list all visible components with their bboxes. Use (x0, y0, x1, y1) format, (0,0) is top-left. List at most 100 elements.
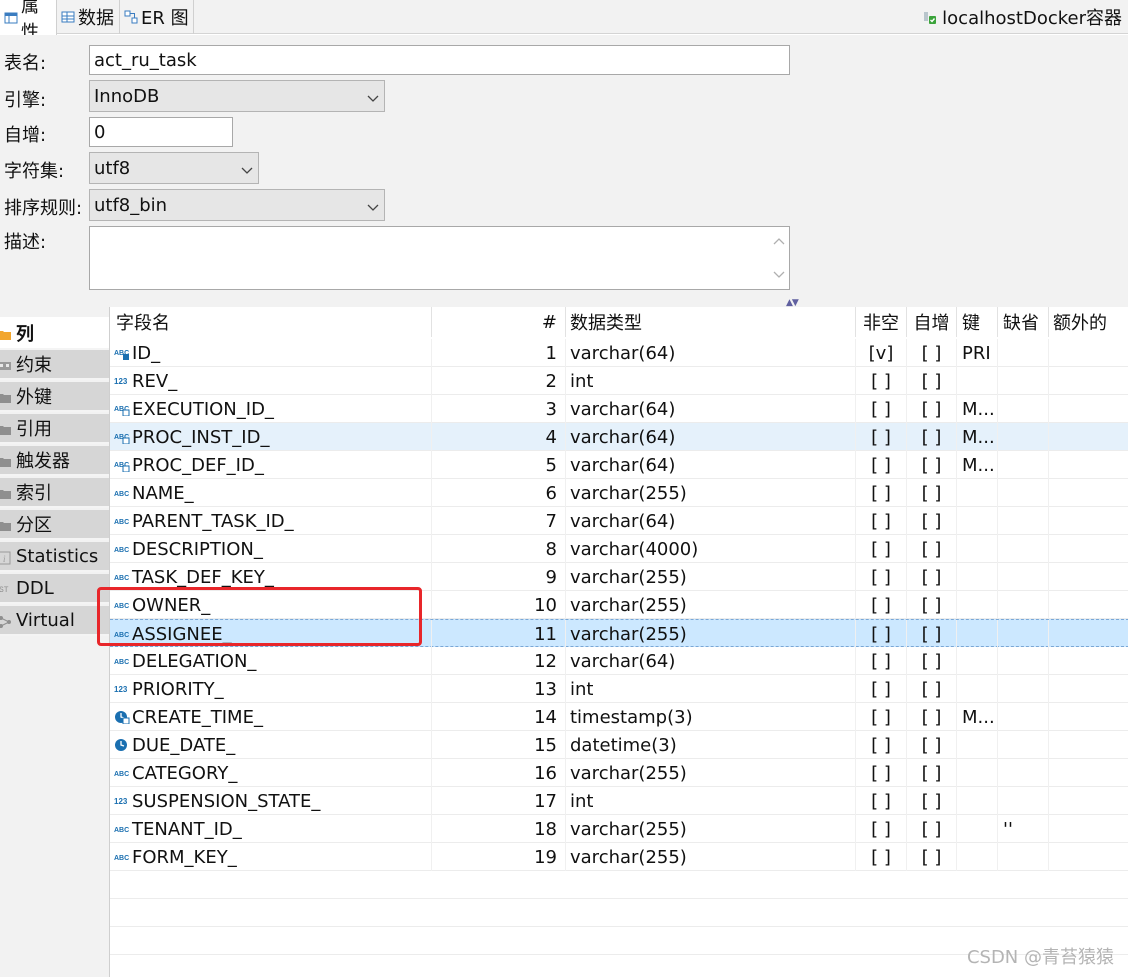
connection-indicator[interactable]: localhostDocker容器 (922, 0, 1122, 34)
extra-cell[interactable] (1049, 703, 1128, 731)
table-name-input[interactable]: act_ru_task (89, 45, 790, 75)
nav-item-virtual[interactable]: Virtual (0, 606, 109, 636)
extra-cell[interactable] (1049, 507, 1128, 535)
extra-cell[interactable] (1049, 787, 1128, 815)
column-name-cell[interactable]: ABC PARENT_TASK_ID_ (110, 507, 432, 535)
header-default[interactable]: 缺省 (998, 307, 1049, 337)
column-name-cell[interactable]: ABC DESCRIPTION_ (110, 535, 432, 563)
key-cell[interactable]: M... (957, 423, 998, 451)
auto-increment-input[interactable]: 0 (89, 117, 233, 147)
extra-cell[interactable] (1049, 367, 1128, 395)
not-null-checkbox[interactable]: [ ] (856, 759, 907, 787)
description-textarea[interactable] (89, 226, 790, 290)
not-null-checkbox[interactable]: [ ] (856, 563, 907, 591)
description-scrollbar[interactable] (769, 227, 789, 289)
header-column-number[interactable]: # (432, 307, 566, 337)
column-name-cell[interactable]: 123 REV_ (110, 367, 432, 395)
table-row[interactable]: CREATE_TIME_ 14 timestamp(3)[ ][ ] M... (110, 703, 1128, 731)
auto-increment-checkbox[interactable]: [ ] (907, 395, 957, 423)
default-cell[interactable] (998, 367, 1049, 395)
table-row[interactable]: ABC TENANT_ID_ 18 varchar(255)[ ][ ] '' (110, 815, 1128, 843)
not-null-checkbox[interactable]: [ ] (856, 843, 907, 871)
not-null-checkbox[interactable]: [v] (856, 339, 907, 367)
default-cell[interactable] (998, 479, 1049, 507)
default-cell[interactable] (998, 423, 1049, 451)
data-type-cell[interactable]: varchar(255) (566, 563, 856, 591)
column-number-cell[interactable]: 9 (432, 563, 566, 591)
extra-cell[interactable] (1049, 423, 1128, 451)
extra-cell[interactable] (1049, 843, 1128, 871)
not-null-checkbox[interactable]: [ ] (856, 423, 907, 451)
key-cell[interactable] (957, 647, 998, 675)
auto-increment-checkbox[interactable]: [ ] (907, 787, 957, 815)
nav-item-references[interactable]: 引用 (0, 414, 109, 444)
column-name-cell[interactable]: ABC PROC_DEF_ID_ (110, 451, 432, 479)
table-row[interactable]: ABC ID_ 1 varchar(64) [v][ ] PRI (110, 339, 1128, 367)
auto-increment-checkbox[interactable]: [ ] (907, 423, 957, 451)
data-type-cell[interactable]: varchar(255) (566, 843, 856, 871)
table-row[interactable]: ABC EXECUTION_ID_ 3 varchar(64)[ ][ ] M... (110, 395, 1128, 423)
auto-increment-checkbox[interactable]: [ ] (907, 620, 957, 648)
extra-cell[interactable] (1049, 620, 1128, 648)
data-type-cell[interactable]: varchar(255) (566, 479, 856, 507)
key-cell[interactable] (957, 787, 998, 815)
data-type-cell[interactable]: datetime(3) (566, 731, 856, 759)
extra-cell[interactable] (1049, 535, 1128, 563)
not-null-checkbox[interactable]: [ ] (856, 620, 907, 648)
not-null-checkbox[interactable]: [ ] (856, 395, 907, 423)
table-row[interactable]: 123 SUSPENSION_STATE_ 17 int[ ][ ] (110, 787, 1128, 815)
data-type-cell[interactable]: varchar(64) (566, 423, 856, 451)
nav-item-indexes[interactable]: 索引 (0, 478, 109, 508)
data-type-cell[interactable]: varchar(64) (566, 451, 856, 479)
extra-cell[interactable] (1049, 815, 1128, 843)
auto-increment-checkbox[interactable]: [ ] (907, 647, 957, 675)
default-cell[interactable] (998, 843, 1049, 871)
key-cell[interactable] (957, 759, 998, 787)
default-cell[interactable] (998, 620, 1049, 648)
extra-cell[interactable] (1049, 339, 1128, 367)
nav-item-triggers[interactable]: 触发器 (0, 446, 109, 476)
column-name-cell[interactable]: ABC PROC_INST_ID_ (110, 423, 432, 451)
auto-increment-checkbox[interactable]: [ ] (907, 815, 957, 843)
extra-cell[interactable] (1049, 731, 1128, 759)
column-number-cell[interactable]: 14 (432, 703, 566, 731)
column-number-cell[interactable]: 18 (432, 815, 566, 843)
column-name-cell[interactable]: ABC DELEGATION_ (110, 647, 432, 675)
column-name-cell[interactable]: 123 PRIORITY_ (110, 675, 432, 703)
auto-increment-checkbox[interactable]: [ ] (907, 731, 957, 759)
default-cell[interactable] (998, 591, 1049, 619)
table-row[interactable]: 123 REV_ 2 int[ ][ ] (110, 367, 1128, 395)
header-not-null[interactable]: 非空 (856, 307, 907, 337)
auto-increment-checkbox[interactable]: [ ] (907, 507, 957, 535)
nav-item-ddl[interactable]: ST DDL (0, 574, 109, 604)
key-cell[interactable] (957, 675, 998, 703)
table-row[interactable]: DUE_DATE_ 15 datetime(3)[ ][ ] (110, 731, 1128, 759)
data-type-cell[interactable]: varchar(4000) (566, 535, 856, 563)
auto-increment-checkbox[interactable]: [ ] (907, 451, 957, 479)
header-extra[interactable]: 额外的 (1049, 307, 1128, 337)
extra-cell[interactable] (1049, 591, 1128, 619)
data-type-cell[interactable]: int (566, 367, 856, 395)
column-number-cell[interactable]: 1 (432, 339, 566, 367)
default-cell[interactable] (998, 703, 1049, 731)
data-type-cell[interactable]: varchar(64) (566, 507, 856, 535)
not-null-checkbox[interactable]: [ ] (856, 591, 907, 619)
not-null-checkbox[interactable]: [ ] (856, 731, 907, 759)
key-cell[interactable] (957, 815, 998, 843)
column-name-cell[interactable]: DUE_DATE_ (110, 731, 432, 759)
key-cell[interactable] (957, 367, 998, 395)
default-cell[interactable] (998, 339, 1049, 367)
default-cell[interactable]: '' (998, 815, 1049, 843)
column-name-cell[interactable]: ABC EXECUTION_ID_ (110, 395, 432, 423)
default-cell[interactable] (998, 451, 1049, 479)
data-type-cell[interactable]: varchar(255) (566, 591, 856, 619)
table-row[interactable]: ABC CATEGORY_ 16 varchar(255)[ ][ ] (110, 759, 1128, 787)
not-null-checkbox[interactable]: [ ] (856, 787, 907, 815)
auto-increment-checkbox[interactable]: [ ] (907, 703, 957, 731)
column-number-cell[interactable]: 11 (432, 620, 566, 648)
header-data-type[interactable]: 数据类型 (566, 307, 856, 337)
not-null-checkbox[interactable]: [ ] (856, 647, 907, 675)
key-cell[interactable] (957, 535, 998, 563)
auto-increment-checkbox[interactable]: [ ] (907, 591, 957, 619)
column-name-cell[interactable]: CREATE_TIME_ (110, 703, 432, 731)
